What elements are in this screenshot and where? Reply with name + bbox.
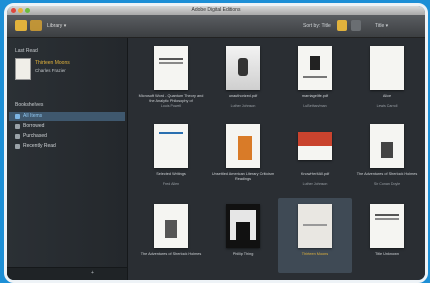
- library-dropdown[interactable]: Library ▾: [47, 23, 66, 29]
- book-item[interactable]: The Adventures of Sherlock Holmes Sir Co…: [350, 118, 424, 193]
- chevron-down-icon: ▾: [385, 23, 389, 29]
- book-title: Unsettled American Literary Criticism Re…: [211, 172, 275, 181]
- toolbar: Library ▾ Sort by: Title Title ▾: [7, 15, 425, 38]
- book-author: Luther Johnson: [302, 182, 328, 186]
- book-title: KnowHerItAll.pdf: [300, 172, 330, 176]
- shelf-label: Purchased: [23, 133, 47, 139]
- bookshelves-heading: Bookshelves: [15, 102, 44, 108]
- book-title: The Adventures of Sherlock Holmes: [140, 252, 202, 256]
- book-title: Thirteen Moons: [301, 252, 329, 256]
- book-title: Microsoft Word - Quantum Theory and the …: [138, 94, 204, 103]
- shelf-purchased[interactable]: Purchased: [9, 132, 125, 141]
- sort-dropdown[interactable]: Title ▾: [375, 23, 388, 29]
- reading-view-button[interactable]: [30, 20, 42, 31]
- shelf-icon: [15, 134, 20, 139]
- book-title: unauthorized.pdf: [228, 94, 258, 98]
- book-title: Alice: [382, 94, 392, 98]
- device-bezel: Adobe Digital Editions Library ▾ Sort by…: [4, 3, 428, 283]
- shelf-icon: [15, 144, 20, 149]
- last-read-heading: Last Read: [15, 48, 38, 54]
- shelf-label: All Items: [23, 113, 43, 119]
- window-controls: [11, 8, 30, 13]
- book-cover: [298, 204, 332, 248]
- book-cover: [298, 132, 332, 160]
- shelf-borrowed[interactable]: Borrowed: [9, 122, 125, 131]
- book-item[interactable]: unauthorized.pdf Luther Johnson: [206, 40, 280, 115]
- sort-label: Sort by: Title: [303, 23, 331, 29]
- title-bar: Adobe Digital Editions: [7, 6, 425, 15]
- book-title: Selected Writings: [156, 172, 186, 176]
- book-cover: [154, 204, 188, 248]
- shelf-icon: [15, 124, 20, 129]
- add-shelf-button[interactable]: +: [91, 270, 94, 276]
- book-author: Fred Allen: [162, 182, 180, 186]
- book-author: Luther Johnson: [230, 104, 256, 108]
- shelf-icon: [15, 114, 20, 119]
- book-cover: [298, 46, 332, 90]
- book-cover: [370, 204, 404, 248]
- book-title: marriagelife.pdf: [301, 94, 329, 98]
- shelf-all-items[interactable]: All Items: [9, 112, 125, 121]
- book-author: Louis Powell: [160, 104, 182, 108]
- book-item[interactable]: marriagelife.pdf LuBethan/man: [278, 40, 352, 115]
- book-title: Title Unknown: [375, 252, 399, 256]
- last-read-title[interactable]: Thirteen Moons: [35, 60, 70, 66]
- list-view-button[interactable]: [351, 20, 361, 31]
- book-item[interactable]: Title Unknown: [350, 198, 424, 273]
- book-item[interactable]: KnowHerItAll.pdf Luther Johnson: [278, 118, 352, 193]
- book-author: Lewis Carroll: [376, 104, 398, 108]
- book-item[interactable]: Selected Writings Fred Allen: [134, 118, 208, 193]
- book-author: LuBethan/man: [303, 104, 327, 108]
- minimize-button[interactable]: [18, 8, 23, 13]
- zoom-button[interactable]: [25, 8, 30, 13]
- thumbnail-view-button[interactable]: [337, 20, 347, 31]
- library-label: Library: [47, 23, 63, 29]
- book-cover: [370, 124, 404, 168]
- window-title: Adobe Digital Editions: [191, 7, 241, 13]
- last-read-cover[interactable]: [15, 58, 31, 80]
- sidebar-footer: +: [7, 267, 127, 280]
- shelf-label: Recently Read: [23, 143, 56, 149]
- book-cover: [226, 124, 260, 168]
- book-item[interactable]: Alice Lewis Carroll: [350, 40, 424, 115]
- library-view-button[interactable]: [15, 20, 27, 31]
- book-item-selected[interactable]: Thirteen Moons: [278, 198, 352, 273]
- book-cover: [154, 124, 188, 168]
- book-cover: [226, 204, 260, 248]
- book-item[interactable]: Microsoft Word - Quantum Theory and the …: [134, 40, 208, 115]
- sort-value: Title: [375, 23, 385, 29]
- close-button[interactable]: [11, 8, 16, 13]
- book-item[interactable]: Unsettled American Literary Criticism Re…: [206, 118, 280, 193]
- book-cover: [226, 46, 260, 90]
- last-read-author: Charles Frazier: [35, 68, 66, 73]
- shelf-label: Borrowed: [23, 123, 45, 129]
- book-author: Sir Conan Doyle: [373, 182, 401, 186]
- chevron-down-icon: ▾: [63, 23, 67, 29]
- book-cover: [370, 46, 404, 90]
- book-item[interactable]: Phillip Thing: [206, 198, 280, 273]
- shelf-recently-read[interactable]: Recently Read: [9, 142, 125, 151]
- sidebar: Last Read Thirteen Moons Charles Frazier…: [7, 38, 128, 280]
- book-cover: [154, 46, 188, 90]
- book-title: The Adventures of Sherlock Holmes: [356, 172, 418, 176]
- book-title: Phillip Thing: [232, 252, 254, 256]
- library-grid: Microsoft Word - Quantum Theory and the …: [128, 38, 425, 280]
- book-item[interactable]: The Adventures of Sherlock Holmes: [134, 198, 208, 273]
